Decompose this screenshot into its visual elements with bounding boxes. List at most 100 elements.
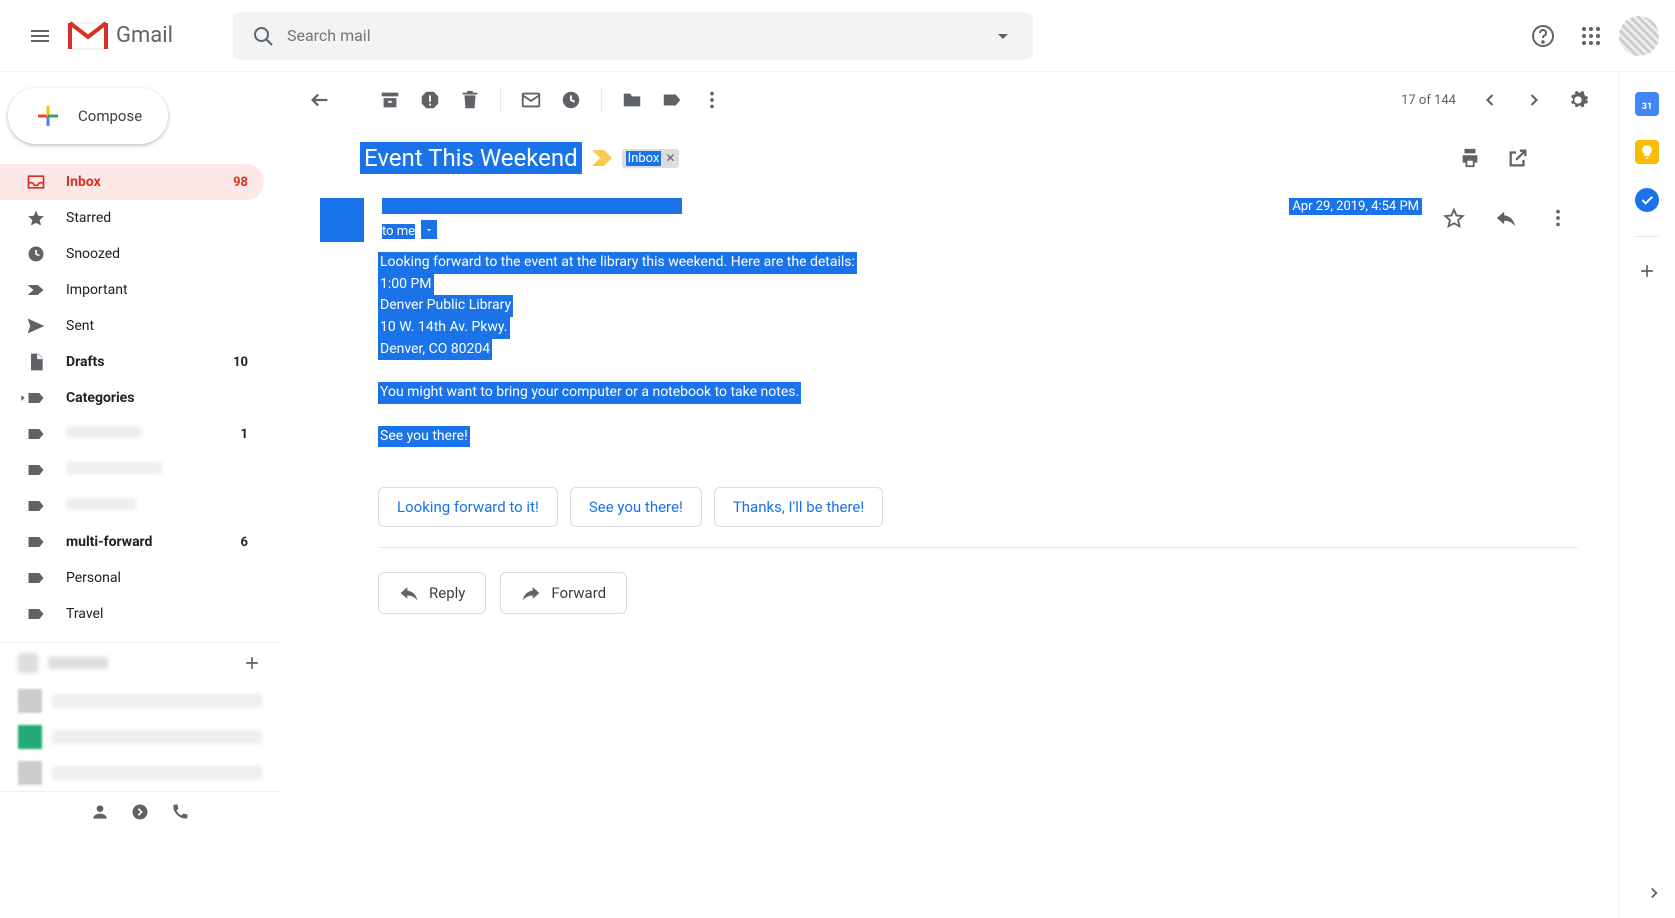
mark-unread-button[interactable]: [511, 80, 551, 120]
sidebar-item-blurred-9[interactable]: [0, 488, 264, 524]
sidebar-item-label: multi-forward: [66, 534, 241, 550]
sender-avatar[interactable]: [320, 198, 364, 242]
archive-button[interactable]: [370, 80, 410, 120]
inbox-label-chip[interactable]: Inbox ✕: [622, 149, 680, 168]
remove-label-button[interactable]: ✕: [665, 151, 675, 165]
chevron-right-icon: [1645, 884, 1663, 902]
keep-icon: [1639, 144, 1655, 160]
gear-icon: [1567, 89, 1589, 111]
sidebar-item-categories[interactable]: Categories: [0, 380, 264, 416]
delete-button[interactable]: [450, 80, 490, 120]
recipient-line: to me: [382, 224, 415, 239]
move-to-button[interactable]: [612, 80, 652, 120]
hangouts-tab-icon[interactable]: [130, 802, 150, 822]
open-new-window-button[interactable]: [1498, 138, 1538, 178]
back-button[interactable]: [300, 80, 340, 120]
star-icon: [26, 208, 46, 228]
get-addons-button[interactable]: [1637, 261, 1657, 281]
forward-icon: [521, 583, 541, 603]
sidebar-item-blurred-8[interactable]: [0, 452, 264, 488]
hangouts-contact[interactable]: [0, 755, 280, 791]
older-button[interactable]: [1470, 80, 1510, 120]
message-header: to me Apr 29, 2019, 4:54 PM: [280, 188, 1618, 242]
sidebar-item-drafts[interactable]: Drafts10: [0, 344, 264, 380]
sidebar-item-important[interactable]: Important: [0, 272, 264, 308]
sidebar-item-label: Categories: [66, 390, 248, 406]
sidebar-item-count: 1: [241, 427, 248, 442]
keep-addon-button[interactable]: [1635, 140, 1659, 164]
spam-icon: [419, 89, 441, 111]
search-bar[interactable]: [233, 12, 1033, 60]
search-options-icon[interactable]: [991, 24, 1015, 48]
body-line: 1:00 PM: [378, 274, 434, 296]
smart-reply-button[interactable]: See you there!: [570, 487, 702, 527]
apps-button[interactable]: [1571, 16, 1611, 56]
plus-icon: [242, 653, 262, 673]
newer-button[interactable]: [1514, 80, 1554, 120]
calls-tab-icon[interactable]: [170, 802, 190, 822]
snooze-button[interactable]: [551, 80, 591, 120]
sidebar-item-snoozed[interactable]: Snoozed: [0, 236, 264, 272]
sidebar-item-label: Travel: [66, 606, 248, 622]
sidebar-item-count: 10: [233, 355, 248, 370]
smart-reply-button[interactable]: Looking forward to it!: [378, 487, 558, 527]
reply-label: Reply: [429, 584, 465, 602]
account-avatar[interactable]: [1619, 16, 1659, 56]
forward-button[interactable]: Forward: [500, 572, 627, 614]
inbox-icon: [26, 172, 46, 192]
clock-icon: [560, 89, 582, 111]
sidebar-item-travel[interactable]: Travel: [0, 596, 264, 632]
compose-button[interactable]: Compose: [8, 88, 168, 144]
important-icon: [26, 280, 46, 300]
hangouts-contact[interactable]: [0, 719, 280, 755]
important-marker-icon[interactable]: [592, 150, 612, 166]
sender-name[interactable]: [382, 198, 682, 214]
sidebar-item-blurred-7[interactable]: 1: [0, 416, 264, 452]
print-button[interactable]: [1450, 138, 1490, 178]
sidebar-item-count: 98: [233, 175, 248, 190]
sidebar-item-label: Drafts: [66, 354, 233, 370]
message-more-button[interactable]: [1538, 198, 1578, 238]
sidebar-item-multi-forward[interactable]: multi-forward6: [0, 524, 264, 560]
drafts-icon: [26, 352, 46, 372]
sidebar-item-sent[interactable]: Sent: [0, 308, 264, 344]
calendar-addon-button[interactable]: 31: [1635, 92, 1659, 116]
report-spam-button[interactable]: [410, 80, 450, 120]
smart-reply-button[interactable]: Thanks, I'll be there!: [714, 487, 883, 527]
sidebar-item-label: Sent: [66, 318, 248, 334]
body-line: See you there!: [378, 426, 470, 448]
reply-icon: [399, 583, 419, 603]
delete-icon: [459, 89, 481, 111]
hide-side-panel-button[interactable]: [1645, 884, 1663, 902]
settings-button[interactable]: [1558, 80, 1598, 120]
label-icon: [26, 496, 46, 516]
sidebar-item-starred[interactable]: Starred: [0, 200, 264, 236]
tasks-icon: [1639, 192, 1655, 208]
reply-icon-button[interactable]: [1486, 198, 1526, 238]
search-input[interactable]: [287, 26, 991, 45]
sidebar-item-label: Inbox: [66, 174, 233, 190]
svg-text:31: 31: [1642, 102, 1653, 112]
show-details-button[interactable]: [421, 220, 437, 239]
star-button[interactable]: [1434, 198, 1474, 238]
reply-button[interactable]: Reply: [378, 572, 486, 614]
reply-forward-row: Reply Forward: [280, 548, 1618, 634]
new-conversation-button[interactable]: [242, 653, 262, 673]
sidebar-item-personal[interactable]: Personal: [0, 560, 264, 596]
support-button[interactable]: [1523, 16, 1563, 56]
apps-grid-icon: [1579, 24, 1603, 48]
more-button[interactable]: [692, 80, 732, 120]
tasks-addon-button[interactable]: [1635, 188, 1659, 212]
chevron-right-icon: [1524, 90, 1544, 110]
labels-button[interactable]: [652, 80, 692, 120]
main-menu-button[interactable]: [16, 12, 64, 60]
gmail-logo[interactable]: Gmail: [68, 21, 173, 51]
categories-icon: [26, 388, 46, 408]
gmail-icon: [68, 21, 108, 51]
open-in-new-icon: [1507, 147, 1529, 169]
sidebar-item-inbox[interactable]: Inbox98: [0, 164, 264, 200]
contacts-tab-icon[interactable]: [90, 802, 110, 822]
body-line: Denver Public Library: [378, 295, 513, 317]
hangouts-contact[interactable]: [0, 683, 280, 719]
message-toolbar: 17 of 144: [280, 72, 1618, 128]
